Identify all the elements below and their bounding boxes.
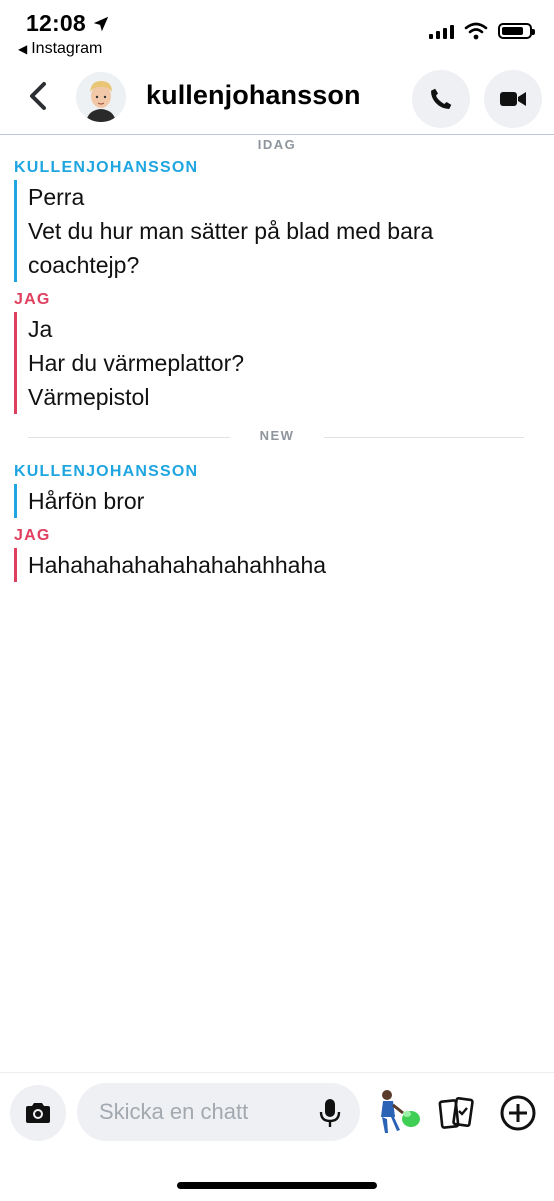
back-app-label: Instagram [31, 40, 103, 57]
call-button[interactable] [412, 70, 470, 128]
chat-thread: IDAG KULLENJOHANSSON Perra Vet du hur ma… [0, 134, 554, 588]
location-arrow-icon [93, 16, 109, 31]
message-group: KULLENJOHANSSON Hårfön bror [0, 460, 554, 518]
message-block: Hårfön bror [14, 484, 554, 518]
chat-message[interactable]: coachtejp? [28, 248, 554, 282]
status-time: 12:08 [26, 10, 110, 37]
cards-icon[interactable] [438, 1095, 476, 1133]
chat-message[interactable]: Perra [28, 180, 554, 214]
time-label: 12:08 [26, 10, 86, 36]
message-group: JAG Hahahahahahahahahahhaha [0, 524, 554, 582]
chat-header: kullenjohansson [0, 62, 554, 135]
plus-circle-icon[interactable] [498, 1093, 538, 1133]
contact-name[interactable]: kullenjohansson [146, 80, 361, 111]
wifi-icon [464, 22, 488, 40]
message-group: KULLENJOHANSSON Perra Vet du hur man sät… [0, 156, 554, 282]
message-block: Hahahahahahahahahahhaha [14, 548, 554, 582]
battery-fill [502, 27, 523, 35]
message-group: JAG Ja Har du värmeplattor? Värmepistol [0, 288, 554, 414]
sender-name: KULLENJOHANSSON [14, 463, 199, 480]
chat-message[interactable]: Hårfön bror [28, 484, 554, 518]
video-camera-icon [500, 92, 526, 106]
sender-name: JAG [14, 527, 51, 544]
chat-message[interactable]: Värmepistol [28, 380, 554, 414]
status-bar: 12:08 ◀ Instagram [0, 0, 554, 62]
camera-button[interactable] [10, 1085, 66, 1141]
chat-message[interactable]: Har du värmeplattor? [28, 346, 554, 380]
system-icons [429, 22, 535, 40]
microphone-icon[interactable] [316, 1097, 344, 1129]
message-block: Ja Har du värmeplattor? Värmepistol [14, 312, 554, 414]
chat-message[interactable]: Vet du hur man sätter på blad med bara [28, 214, 554, 248]
bitmoji-icon[interactable] [373, 1087, 425, 1139]
phone-icon [431, 88, 452, 109]
battery-icon [498, 23, 535, 39]
message-block: Perra Vet du hur man sätter på blad med … [14, 180, 554, 282]
camera-icon [26, 1103, 50, 1123]
chevron-left-icon[interactable] [24, 78, 54, 114]
sender-name: KULLENJOHANSSON [14, 159, 199, 176]
bitmoji-avatar-icon [76, 72, 126, 122]
chat-message[interactable]: Ja [28, 312, 554, 346]
chat-message[interactable]: Hahahahahahahahahahhaha [28, 548, 554, 582]
cellular-signal-icon [429, 23, 454, 39]
home-indicator[interactable] [177, 1182, 377, 1189]
new-messages-divider: NEW [0, 420, 554, 454]
day-separator: IDAG [257, 137, 297, 152]
back-triangle-icon: ◀ [18, 42, 28, 56]
video-call-button[interactable] [484, 70, 542, 128]
new-label: NEW [259, 428, 295, 443]
avatar[interactable] [76, 72, 126, 122]
divider-line [324, 437, 524, 438]
back-to-app-link[interactable]: ◀ Instagram [18, 40, 102, 58]
sender-name: JAG [14, 291, 51, 308]
